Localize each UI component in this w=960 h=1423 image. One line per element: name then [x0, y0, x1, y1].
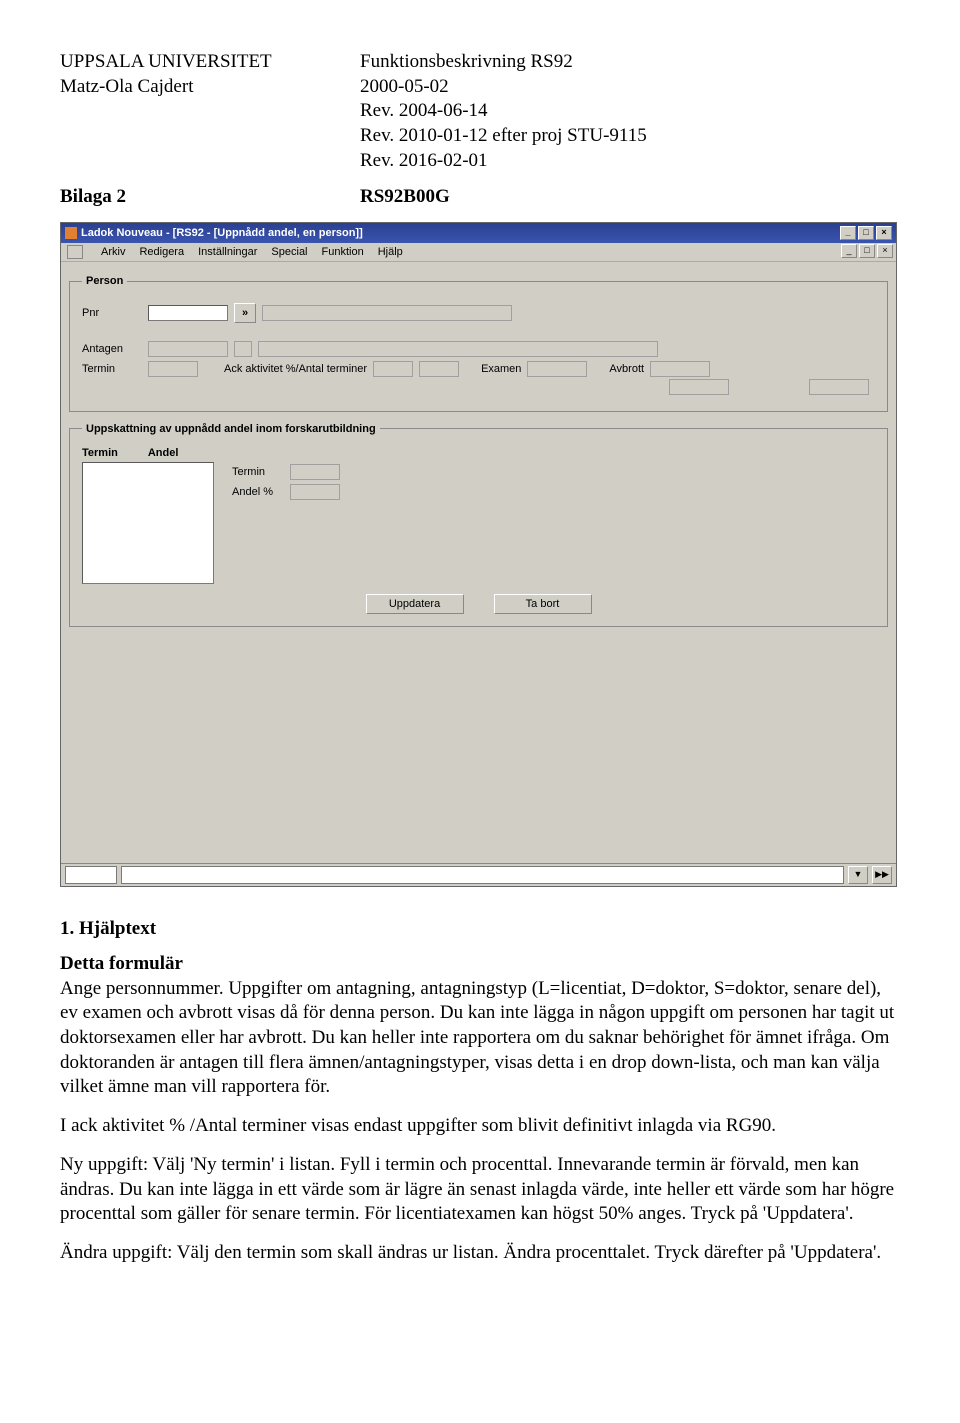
- avbrott-label: Avbrott: [609, 362, 644, 376]
- doc-rev2: Rev. 2010-01-12 efter proj STU-9115: [360, 124, 900, 149]
- person-legend: Person: [82, 274, 127, 288]
- uppskattning-group: Uppskattning av uppnådd andel inom forsk…: [69, 422, 888, 628]
- pnr-expand-button[interactable]: »: [234, 303, 256, 323]
- help-heading: 1. Hjälptext: [60, 917, 900, 942]
- doc-rev3: Rev. 2016-02-01: [360, 149, 900, 174]
- document-header: UPPSALA UNIVERSITET Matz-Ola Cajdert Fun…: [60, 50, 900, 210]
- author-name: Matz-Ola Cajdert: [60, 75, 360, 100]
- menu-funktion[interactable]: Funktion: [322, 245, 364, 259]
- org-name: UPPSALA UNIVERSITET: [60, 50, 360, 75]
- termin-listbox[interactable]: [82, 462, 214, 584]
- app-icon: [65, 227, 77, 239]
- examen-field: [527, 361, 587, 377]
- antagen-desc-field: [258, 341, 658, 357]
- col-andel: Andel: [148, 446, 179, 460]
- avbrott-field-2: [809, 379, 869, 395]
- andelpct-field[interactable]: [290, 484, 340, 500]
- menu-hjalp[interactable]: Hjälp: [378, 245, 403, 259]
- uppskattning-legend: Uppskattning av uppnådd andel inom forsk…: [82, 422, 380, 436]
- bilaga-code: RS92B00G: [360, 185, 450, 210]
- close-button[interactable]: ×: [876, 226, 892, 240]
- avbrott-field: [650, 361, 710, 377]
- termin2-label: Termin: [232, 465, 284, 479]
- app-window: Ladok Nouveau - [RS92 - [Uppnådd andel, …: [60, 222, 897, 887]
- menu-arkiv[interactable]: Arkiv: [101, 245, 125, 259]
- app-empty-area: [69, 637, 888, 847]
- status-next-button[interactable]: ▶▶: [872, 866, 892, 884]
- menu-redigera[interactable]: Redigera: [139, 245, 184, 259]
- menu-installningar[interactable]: Inställningar: [198, 245, 257, 259]
- examen-label: Examen: [481, 362, 521, 376]
- andelpct-label: Andel %: [232, 485, 284, 499]
- statusbar: ▼ ▶▶: [61, 863, 896, 886]
- termin-field: [148, 361, 198, 377]
- antagen-type-field: [234, 341, 252, 357]
- termin-label: Termin: [82, 362, 142, 376]
- pnr-name-field: [262, 305, 512, 321]
- uppdatera-button[interactable]: Uppdatera: [366, 594, 464, 614]
- termin2-field[interactable]: [290, 464, 340, 480]
- inner-close-button[interactable]: ×: [877, 244, 893, 258]
- status-code-field: [65, 866, 117, 884]
- status-dropdown-button[interactable]: ▼: [848, 866, 868, 884]
- help-para-1: Ange personnummer. Uppgifter om antagnin…: [60, 977, 900, 1100]
- doc-title: Funktionsbeskrivning RS92: [360, 50, 900, 75]
- menubar: Arkiv Redigera Inställningar Special Fun…: [61, 243, 896, 262]
- person-group: Person Pnr » Antagen Termin Ack aktivite…: [69, 274, 888, 411]
- help-para-2: I ack aktivitet % /Antal terminer visas …: [60, 1114, 900, 1139]
- pnr-input[interactable]: [148, 305, 228, 321]
- doc-date: 2000-05-02: [360, 75, 900, 100]
- maximize-button[interactable]: □: [858, 226, 874, 240]
- examen-field-2: [669, 379, 729, 395]
- ack-terms-field: [419, 361, 459, 377]
- help-subheading: Detta formulär: [60, 952, 900, 977]
- doc-rev1: Rev. 2004-06-14: [360, 99, 900, 124]
- help-para-3: Ny uppgift: Välj 'Ny termin' i listan. F…: [60, 1153, 900, 1227]
- mdi-icon[interactable]: [67, 245, 83, 259]
- titlebar[interactable]: Ladok Nouveau - [RS92 - [Uppnådd andel, …: [61, 223, 896, 243]
- pnr-label: Pnr: [82, 306, 142, 320]
- inner-restore-button[interactable]: □: [859, 244, 875, 258]
- antagen-code-field: [148, 341, 228, 357]
- help-para-4: Ändra uppgift: Välj den termin som skall…: [60, 1241, 900, 1266]
- bilaga-label: Bilaga 2: [60, 185, 360, 210]
- ack-pct-field: [373, 361, 413, 377]
- ack-label: Ack aktivitet %/Antal terminer: [224, 362, 367, 376]
- minimize-button[interactable]: _: [840, 226, 856, 240]
- antagen-label: Antagen: [82, 342, 142, 356]
- menu-special[interactable]: Special: [271, 245, 307, 259]
- tabort-button[interactable]: Ta bort: [494, 594, 592, 614]
- inner-minimize-button[interactable]: _: [841, 244, 857, 258]
- col-termin: Termin: [82, 446, 118, 460]
- window-title: Ladok Nouveau - [RS92 - [Uppnådd andel, …: [81, 226, 363, 240]
- status-message-field: [121, 866, 844, 884]
